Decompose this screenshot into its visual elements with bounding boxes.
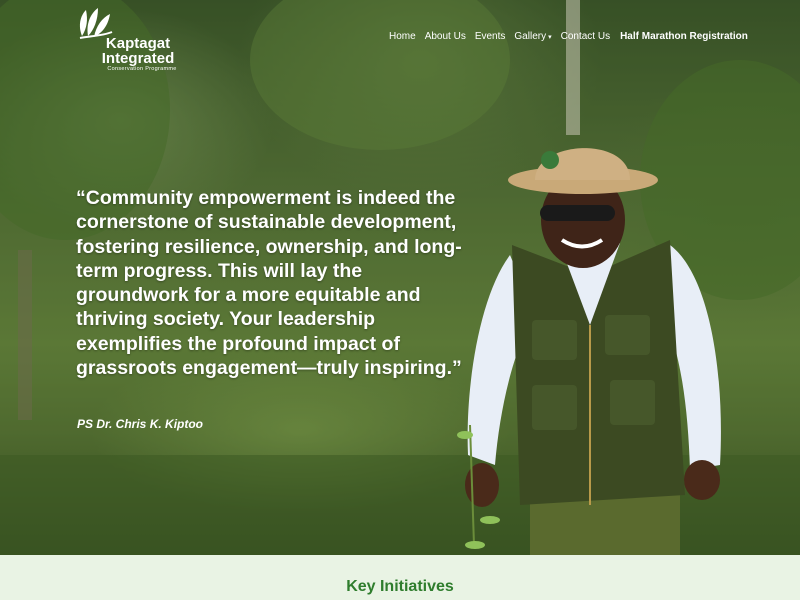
logo-name: Kaptagat Integrated — [100, 36, 176, 66]
left-hand — [465, 463, 499, 507]
nav-events[interactable]: Events — [475, 31, 506, 42]
nav-contact-us[interactable]: Contact Us — [561, 31, 610, 42]
person-photo — [457, 148, 721, 555]
logo-tagline: Conservation Programme — [107, 66, 177, 72]
main-nav: Home About Us Events Gallery ▾ Contact Us… — [389, 31, 757, 42]
sunglasses — [540, 205, 615, 221]
vest-pocket — [610, 380, 655, 425]
right-hand — [684, 460, 720, 500]
logo-name-line2: Integrated — [101, 50, 175, 67]
chevron-down-icon: ▾ — [548, 34, 552, 41]
section-title: Key Initiatives — [346, 578, 454, 595]
tree-trunk — [18, 250, 32, 420]
tree-trunk — [566, 0, 580, 135]
nav-home[interactable]: Home — [389, 31, 416, 42]
hat-badge — [541, 151, 559, 169]
nav-gallery[interactable]: Gallery ▾ — [514, 31, 551, 42]
site-logo[interactable]: Kaptagat Integrated Conservation Program… — [76, 6, 196, 76]
logo-name-line1: Kaptagat — [105, 35, 171, 52]
vest-pocket — [605, 315, 650, 355]
hero-quote: “Community empowerment is indeed the cor… — [76, 187, 462, 380]
hero-section: Kaptagat Integrated Conservation Program… — [0, 0, 800, 555]
seedling-leaf — [480, 516, 500, 524]
nav-gallery-label: Gallery — [514, 31, 547, 42]
quote-author: PS Dr. Chris K. Kiptoo — [77, 417, 204, 431]
nav-half-marathon-registration[interactable]: Half Marathon Registration — [620, 31, 748, 42]
seedling-leaf — [465, 541, 485, 549]
vest-pocket — [532, 320, 577, 360]
vest-pocket — [532, 385, 577, 430]
seedling-leaf — [457, 431, 473, 439]
nav-about-us[interactable]: About Us — [425, 31, 466, 42]
